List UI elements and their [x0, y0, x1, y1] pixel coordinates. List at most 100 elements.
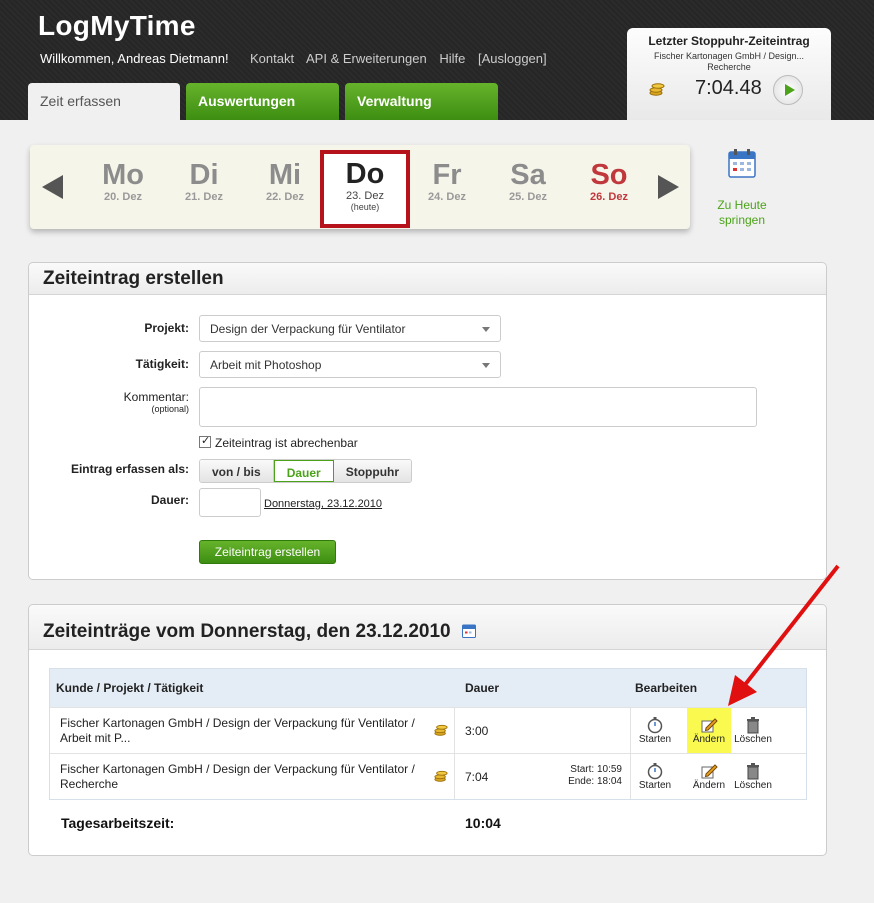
create-entry-button[interactable]: Zeiteintrag erstellen: [199, 540, 336, 564]
projekt-select[interactable]: Design der Verpackung für Ventilator: [199, 315, 501, 342]
col-bearbeiten: Bearbeiten: [635, 681, 698, 695]
day-name: Sa: [510, 159, 546, 191]
tab-auswertungen[interactable]: Auswertungen: [186, 83, 339, 120]
kommentar-field[interactable]: [199, 387, 757, 427]
tab-zeit-erfassen[interactable]: Zeit erfassen: [28, 83, 180, 120]
day-do-today[interactable]: Do 23. Dez (heute): [320, 150, 410, 228]
entry-duration-cell: 3:00: [455, 708, 631, 753]
entries-panel: Zeiteinträge vom Donnerstag, den 23.12.2…: [28, 604, 827, 856]
calendar-icon[interactable]: [461, 623, 476, 638]
day-date: 25. Dez: [509, 191, 547, 203]
day-sa[interactable]: Sa 25. Dez: [493, 159, 563, 203]
entries-title: Zeiteinträge vom Donnerstag, den 23.12.2…: [43, 621, 451, 642]
stopwatch-icon: [647, 717, 663, 734]
date-link[interactable]: Donnerstag, 23.12.2010: [264, 498, 382, 510]
entry-duration-cell: 7:04 Start: 10:59 Ende: 18:04: [455, 754, 631, 799]
link-logout[interactable]: [Ausloggen]: [478, 51, 547, 66]
day-date: 26. Dez: [590, 191, 628, 203]
prev-week-icon[interactable]: [42, 175, 63, 199]
trash-icon: [747, 763, 759, 780]
top-nav: Kontakt API & Erweiterungen Hilfe [Auslo…: [250, 51, 556, 66]
entry-start: Start: 10:59: [570, 764, 622, 775]
col-kunde: Kunde / Projekt / Tätigkeit: [56, 681, 204, 695]
pencil-icon: [701, 718, 718, 733]
day-date: 23. Dez: [346, 190, 384, 202]
entry-actions-cell: Starten Ändern Löschen: [631, 708, 806, 754]
tab-verwaltung[interactable]: Verwaltung: [345, 83, 498, 120]
edit-button[interactable]: Ändern: [687, 762, 731, 791]
play-icon[interactable]: [773, 75, 803, 105]
day-di[interactable]: Di 21. Dez: [169, 159, 239, 203]
mode-dauer-button[interactable]: Dauer: [273, 460, 334, 482]
day-so[interactable]: So 26. Dez: [574, 159, 644, 203]
billable-checkbox[interactable]: [199, 434, 211, 448]
create-entry-panel: Zeiteintrag erstellen Projekt: Design de…: [28, 262, 827, 580]
stopwatch-time: 7:04.48: [695, 77, 762, 99]
mode-von-bis-button[interactable]: von / bis: [200, 460, 274, 482]
day-mi[interactable]: Mi 22. Dez: [250, 159, 320, 203]
stopwatch-project: Fischer Kartonagen GmbH / Design...: [653, 51, 805, 61]
panel-title: Zeiteintrag erstellen: [29, 263, 826, 295]
day-date: 21. Dez: [185, 191, 223, 203]
entry-end: Ende: 18:04: [568, 776, 622, 787]
day-name: Di: [189, 159, 219, 191]
link-api[interactable]: API & Erweiterungen: [306, 51, 427, 66]
mode-stoppuhr-button[interactable]: Stoppuhr: [333, 460, 412, 482]
edit-label: Ändern: [692, 734, 726, 745]
delete-label: Löschen: [734, 780, 772, 791]
entry-description-cell: Fischer Kartonagen GmbH / Design der Ver…: [50, 754, 455, 799]
day-name: Fr: [432, 159, 462, 191]
link-hilfe[interactable]: Hilfe: [439, 51, 465, 66]
kommentar-hint: (optional): [151, 404, 189, 414]
mode-label: Eintrag erfassen als:: [70, 462, 189, 476]
entries-title-row: Zeiteinträge vom Donnerstag, den 23.12.2…: [29, 605, 826, 650]
projekt-label: Projekt:: [144, 321, 189, 335]
day-name: So: [590, 159, 628, 191]
delete-button[interactable]: Löschen: [731, 716, 775, 745]
coins-icon: [649, 83, 665, 96]
day-fr[interactable]: Fr 24. Dez: [412, 159, 482, 203]
table-row: Fischer Kartonagen GmbH / Design der Ver…: [50, 707, 806, 754]
taetigkeit-label: Tätigkeit:: [135, 357, 189, 371]
next-week-icon[interactable]: [658, 175, 679, 199]
delete-button[interactable]: Löschen: [731, 762, 775, 791]
delete-label: Löschen: [734, 734, 772, 745]
billable-label: Zeiteintrag ist abrechenbar: [215, 436, 358, 450]
stopwatch-subtitle: Fischer Kartonagen GmbH / Design... Rech…: [627, 51, 831, 73]
day-today-note: (heute): [350, 202, 380, 212]
link-kontakt[interactable]: Kontakt: [250, 51, 294, 66]
entry-description-cell: Fischer Kartonagen GmbH / Design der Ver…: [50, 708, 455, 753]
stopwatch-icon: [647, 763, 663, 780]
day-mo[interactable]: Mo 20. Dez: [88, 159, 158, 203]
day-name: Mo: [102, 159, 144, 191]
col-dauer: Dauer: [465, 681, 500, 695]
day-date: 24. Dez: [428, 191, 466, 203]
taetigkeit-select[interactable]: Arbeit mit Photoshop: [199, 351, 501, 378]
start-button[interactable]: Starten: [633, 762, 677, 791]
billable-coins-icon: [434, 770, 448, 782]
total-label: Tagesarbeitszeit:: [61, 815, 175, 831]
day-name: Mi: [268, 159, 302, 191]
week-day-picker: Mo 20. Dez Di 21. Dez Mi 22. Dez Do 23. …: [30, 145, 690, 229]
jump-to-today-link[interactable]: Zu Heute springen: [706, 198, 778, 228]
start-label: Starten: [638, 734, 672, 745]
logo[interactable]: LogMyTime: [38, 10, 196, 42]
entry-description: Fischer Kartonagen GmbH / Design der Ver…: [60, 716, 415, 745]
dauer-input[interactable]: [199, 488, 261, 517]
edit-label: Ändern: [692, 780, 726, 791]
table-row: Fischer Kartonagen GmbH / Design der Ver…: [50, 753, 806, 799]
dauer-label: Dauer:: [150, 493, 189, 507]
day-date: 20. Dez: [104, 191, 142, 203]
entries-table: Kunde / Projekt / Tätigkeit Dauer Bearbe…: [49, 668, 807, 800]
total-value: 10:04: [465, 815, 501, 831]
entry-description: Fischer Kartonagen GmbH / Design der Ver…: [60, 762, 415, 791]
calendar-icon[interactable]: [728, 148, 756, 178]
pencil-icon: [701, 764, 718, 779]
entry-actions-cell: Starten Ändern Löschen: [631, 754, 806, 799]
edit-button[interactable]: Ändern: [687, 708, 731, 754]
billable-coins-icon: [434, 724, 448, 736]
mode-toggle: von / bis Dauer Stoppuhr: [199, 459, 413, 483]
start-button[interactable]: Starten: [633, 716, 677, 745]
welcome-text: Willkommen, Andreas Dietmann!: [40, 51, 229, 66]
top-header: LogMyTime Willkommen, Andreas Dietmann! …: [0, 0, 874, 120]
